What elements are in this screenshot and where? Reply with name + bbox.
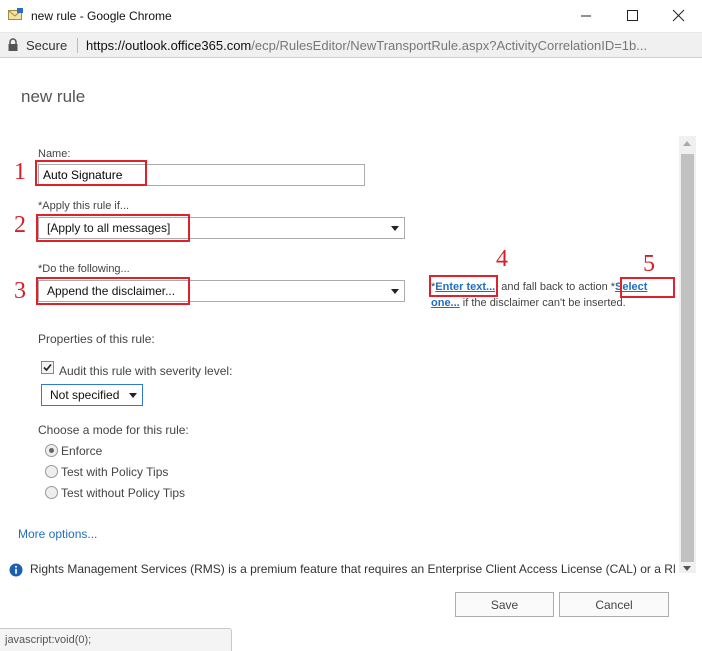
window-titlebar: new rule - Google Chrome [0, 0, 702, 33]
scroll-thumb[interactable] [681, 154, 694, 562]
chevron-down-icon [391, 226, 399, 231]
url-path: /ecp/RulesEditor/NewTransportRule.aspx?A… [251, 38, 648, 53]
radio-test-without-tips[interactable] [45, 486, 58, 499]
secure-label: Secure [26, 38, 68, 53]
severity-select-value: Not specified [50, 388, 120, 402]
mode-test-with-tips-label: Test with Policy Tips [61, 465, 169, 479]
url-scheme: https:// [86, 38, 126, 53]
checkmark-icon [43, 363, 52, 372]
more-options-link[interactable]: More options... [18, 527, 97, 541]
annotation-number-5: 5 [643, 251, 655, 277]
action-suffix: if the disclaimer can't be inserted. [459, 297, 626, 309]
maximize-icon[interactable] [612, 4, 652, 28]
annotation-number-4: 4 [496, 246, 508, 272]
address-bar[interactable]: Secure https://outlook.office365.com/ecp… [0, 33, 702, 58]
apply-label: *Apply this rule if... [38, 200, 130, 212]
url-host: outlook.office365.com [125, 38, 252, 53]
radio-test-with-tips[interactable] [45, 465, 58, 478]
action-mid: ; and fall back to action * [495, 281, 616, 293]
audit-label: Audit this rule with severity level: [59, 364, 233, 378]
annotation-box-1 [35, 160, 147, 186]
lock-icon [8, 38, 18, 51]
annotation-box-3 [36, 277, 190, 305]
name-label: Name: [38, 148, 71, 160]
page-title: new rule [21, 87, 86, 106]
severity-select[interactable]: Not specified [41, 384, 143, 406]
minimize-icon[interactable] [566, 4, 606, 28]
annotation-box-5 [620, 277, 675, 298]
rms-notice: Rights Management Services (RMS) is a pr… [30, 562, 675, 576]
scroll-up-icon[interactable] [683, 141, 691, 146]
properties-label: Properties of this rule: [38, 332, 155, 346]
cancel-button[interactable]: Cancel [559, 592, 669, 617]
audit-checkbox[interactable] [41, 361, 54, 374]
mode-label: Choose a mode for this rule: [38, 423, 189, 437]
close-icon[interactable] [658, 4, 698, 28]
annotation-number-1: 1 [14, 159, 26, 185]
mode-test-without-tips-label: Test without Policy Tips [61, 486, 186, 500]
url-text[interactable]: https://outlook.office365.com/ecp/RulesE… [86, 38, 696, 53]
address-separator [77, 38, 78, 53]
scroll-down-icon[interactable] [683, 566, 691, 571]
annotation-box-2 [36, 214, 190, 242]
do-label: *Do the following... [38, 263, 130, 275]
annotation-number-2: 2 [14, 212, 26, 238]
radio-enforce[interactable] [45, 444, 58, 457]
chevron-down-icon [129, 393, 137, 398]
info-icon [9, 563, 23, 577]
annotation-box-4 [429, 275, 498, 297]
envelope-icon [8, 8, 23, 20]
save-button[interactable]: Save [455, 592, 554, 617]
mode-enforce-label: Enforce [61, 444, 103, 458]
content-scrollbar[interactable] [679, 136, 696, 573]
annotation-number-3: 3 [14, 278, 26, 304]
chevron-down-icon [391, 289, 399, 294]
status-bar: javascript:void(0); [0, 628, 232, 651]
dialog-content: new rule Name: Auto Signature 1 *Apply t… [0, 58, 702, 651]
window-title: new rule - Google Chrome [31, 9, 172, 23]
